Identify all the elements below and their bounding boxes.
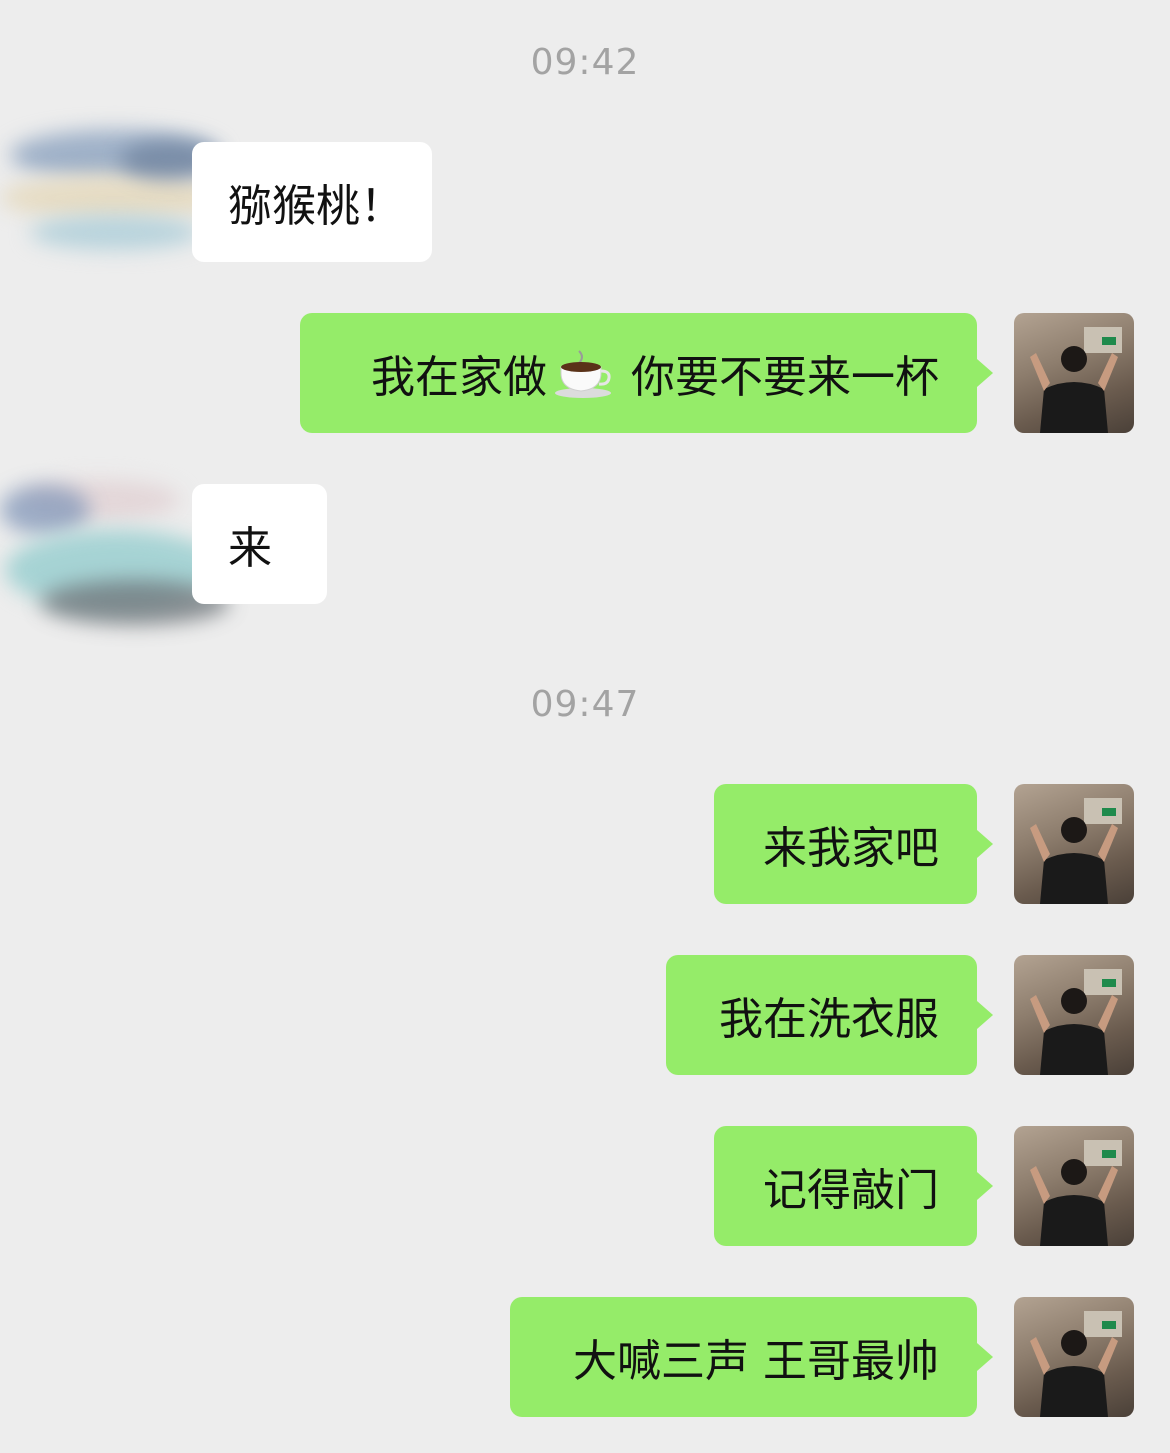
my-avatar[interactable]: [1014, 313, 1134, 433]
timestamp: 09:42: [530, 42, 640, 83]
message-text: 猕猴桃！: [228, 181, 404, 232]
message-text: 来: [228, 523, 272, 574]
message-bubble-sent[interactable]: 我在洗衣服: [666, 955, 993, 1075]
message-bubble-sent[interactable]: 来我家吧: [714, 784, 993, 904]
my-avatar[interactable]: [1014, 1126, 1134, 1246]
message-bubble-sent[interactable]: 大喊三声 王哥最帅: [510, 1297, 993, 1417]
message-bubble-sent[interactable]: 我在家做 你要不要来一杯: [300, 313, 993, 433]
message-text: 你要不要来一杯: [631, 352, 939, 403]
my-avatar[interactable]: [1014, 1297, 1134, 1417]
message-text: 我在洗衣服: [719, 994, 939, 1045]
message-text: 大喊三声 王哥最帅: [573, 1336, 939, 1387]
timestamp: 09:47: [530, 684, 640, 725]
message-text: 我在家做: [371, 352, 547, 403]
message-bubble-sent[interactable]: 记得敲门: [714, 1126, 993, 1246]
message-text: 来我家吧: [763, 823, 939, 874]
my-avatar[interactable]: [1014, 955, 1134, 1075]
message-text: 记得敲门: [763, 1165, 939, 1216]
coffee-cup-icon: [553, 347, 613, 399]
message-bubble-received[interactable]: 猕猴桃！: [192, 142, 432, 262]
message-bubble-received[interactable]: 来: [192, 484, 327, 604]
my-avatar[interactable]: [1014, 784, 1134, 904]
